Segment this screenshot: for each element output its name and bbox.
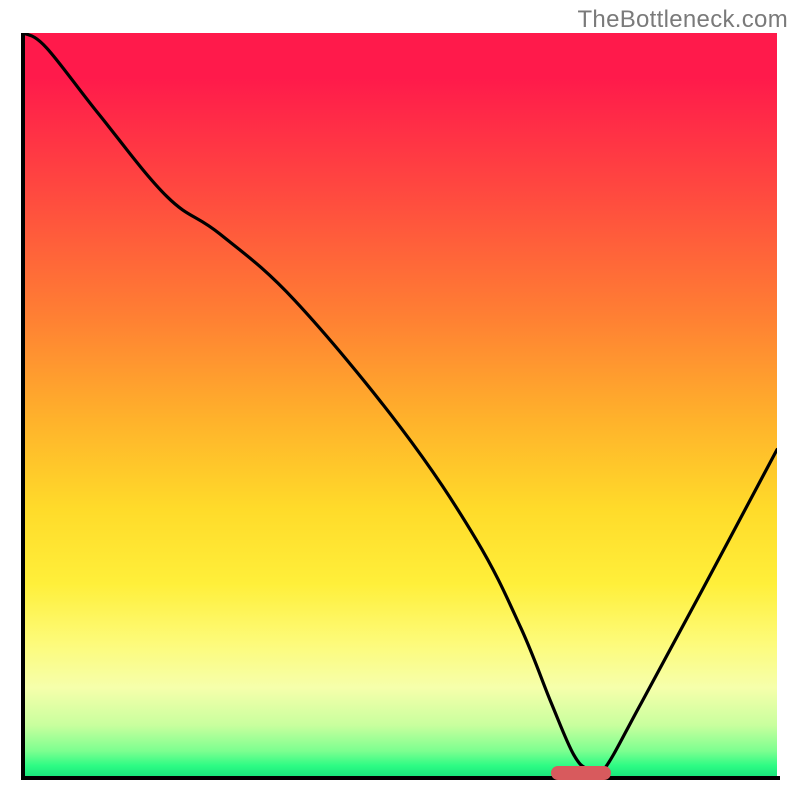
bottleneck-curve-path [24, 33, 777, 776]
watermark-text: TheBottleneck.com [577, 6, 788, 34]
bottleneck-line-svg [24, 33, 777, 777]
chart-container: TheBottleneck.com [0, 0, 800, 800]
optimum-range-marker [551, 766, 611, 780]
